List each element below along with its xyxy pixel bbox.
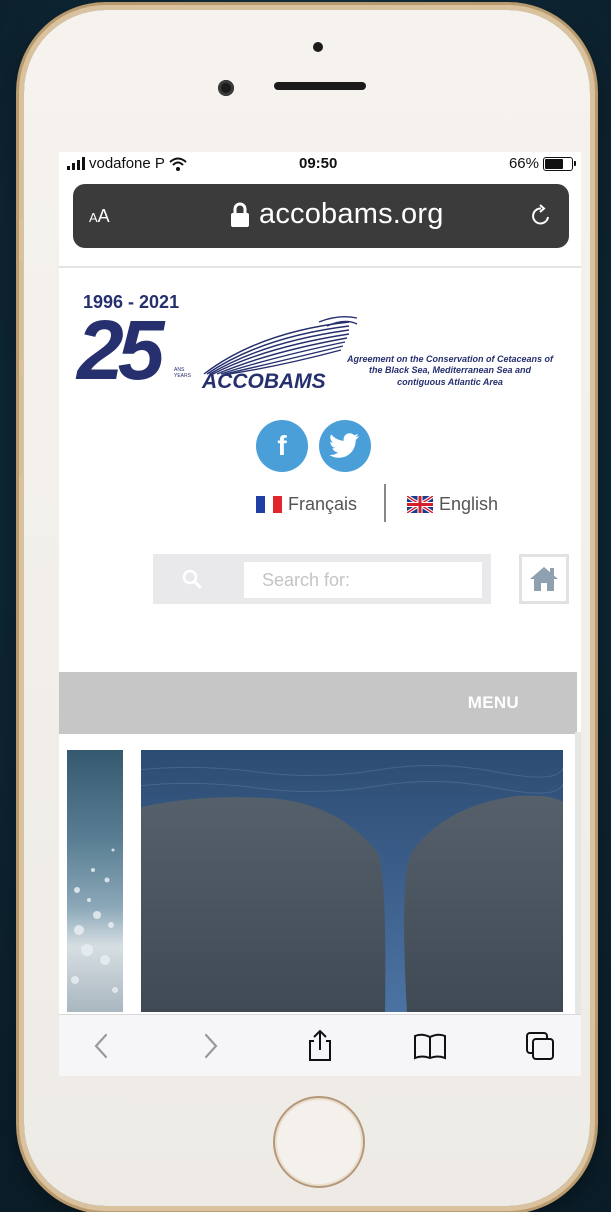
water-splash-image [71,848,118,993]
logo-name: ACCOBAMS [202,370,326,393]
earpiece-speaker [274,82,366,90]
proximity-sensor [313,42,323,52]
address-bar[interactable]: AA accobams.org [73,184,569,248]
hero-slide-previous-image[interactable] [67,750,123,1012]
flag-uk-icon [407,496,433,513]
clock: 09:50 [299,155,338,172]
mute-switch [19,160,23,220]
divider [59,266,581,268]
twitter-button[interactable] [319,420,371,472]
logo-anniversary-caption: ANS YEARS [174,367,191,379]
menu-button[interactable]: MENU [468,693,519,713]
language-divider [384,484,386,522]
menu-bar[interactable]: MENU [59,672,577,734]
facebook-icon: f [277,430,287,461]
site-search [153,554,491,604]
home-button[interactable] [273,1096,365,1188]
whale-fluke-image [137,750,563,1012]
language-french-label: Français [288,494,358,514]
logo-anniversary-number: 25 [77,303,164,397]
url-text[interactable]: accobams.org [259,198,444,231]
back-icon[interactable] [85,1029,119,1063]
forward-icon[interactable] [193,1029,227,1063]
search-icon[interactable] [181,568,203,590]
flag-france-icon [256,496,282,513]
bookmarks-icon[interactable] [413,1029,447,1063]
facebook-button[interactable]: f [256,420,308,472]
status-bar: vodafone P 09:50 66% [59,152,581,176]
hero-slide-image[interactable] [137,750,563,1012]
signal-icon [67,157,85,170]
language-french-link[interactable]: Français [256,494,357,515]
carrier-label: vodafone P [89,155,165,172]
battery-percent: 66% [508,155,539,172]
language-english-link[interactable]: English [407,494,498,515]
wifi-icon [169,157,187,171]
text-size-button[interactable]: AA [89,206,110,227]
tabs-icon[interactable] [523,1029,557,1063]
page-edge [575,732,581,1022]
search-input[interactable] [244,562,482,598]
language-english-label: English [439,494,499,514]
reload-icon[interactable] [529,204,553,228]
logo-tagline: Agreement on the Conservation of Cetacea… [346,354,554,387]
battery-icon [543,156,576,171]
browser-toolbar [59,1014,581,1076]
home-link-button[interactable] [519,554,569,604]
share-icon[interactable] [303,1029,337,1063]
volume-down-button [19,375,23,475]
lock-icon [231,202,249,227]
phone-screen: vodafone P 09:50 66% AA accobams.org 199… [59,152,581,1076]
home-icon [530,567,558,591]
volume-up-button [19,260,23,360]
twitter-icon [330,433,359,458]
front-camera [218,80,234,96]
